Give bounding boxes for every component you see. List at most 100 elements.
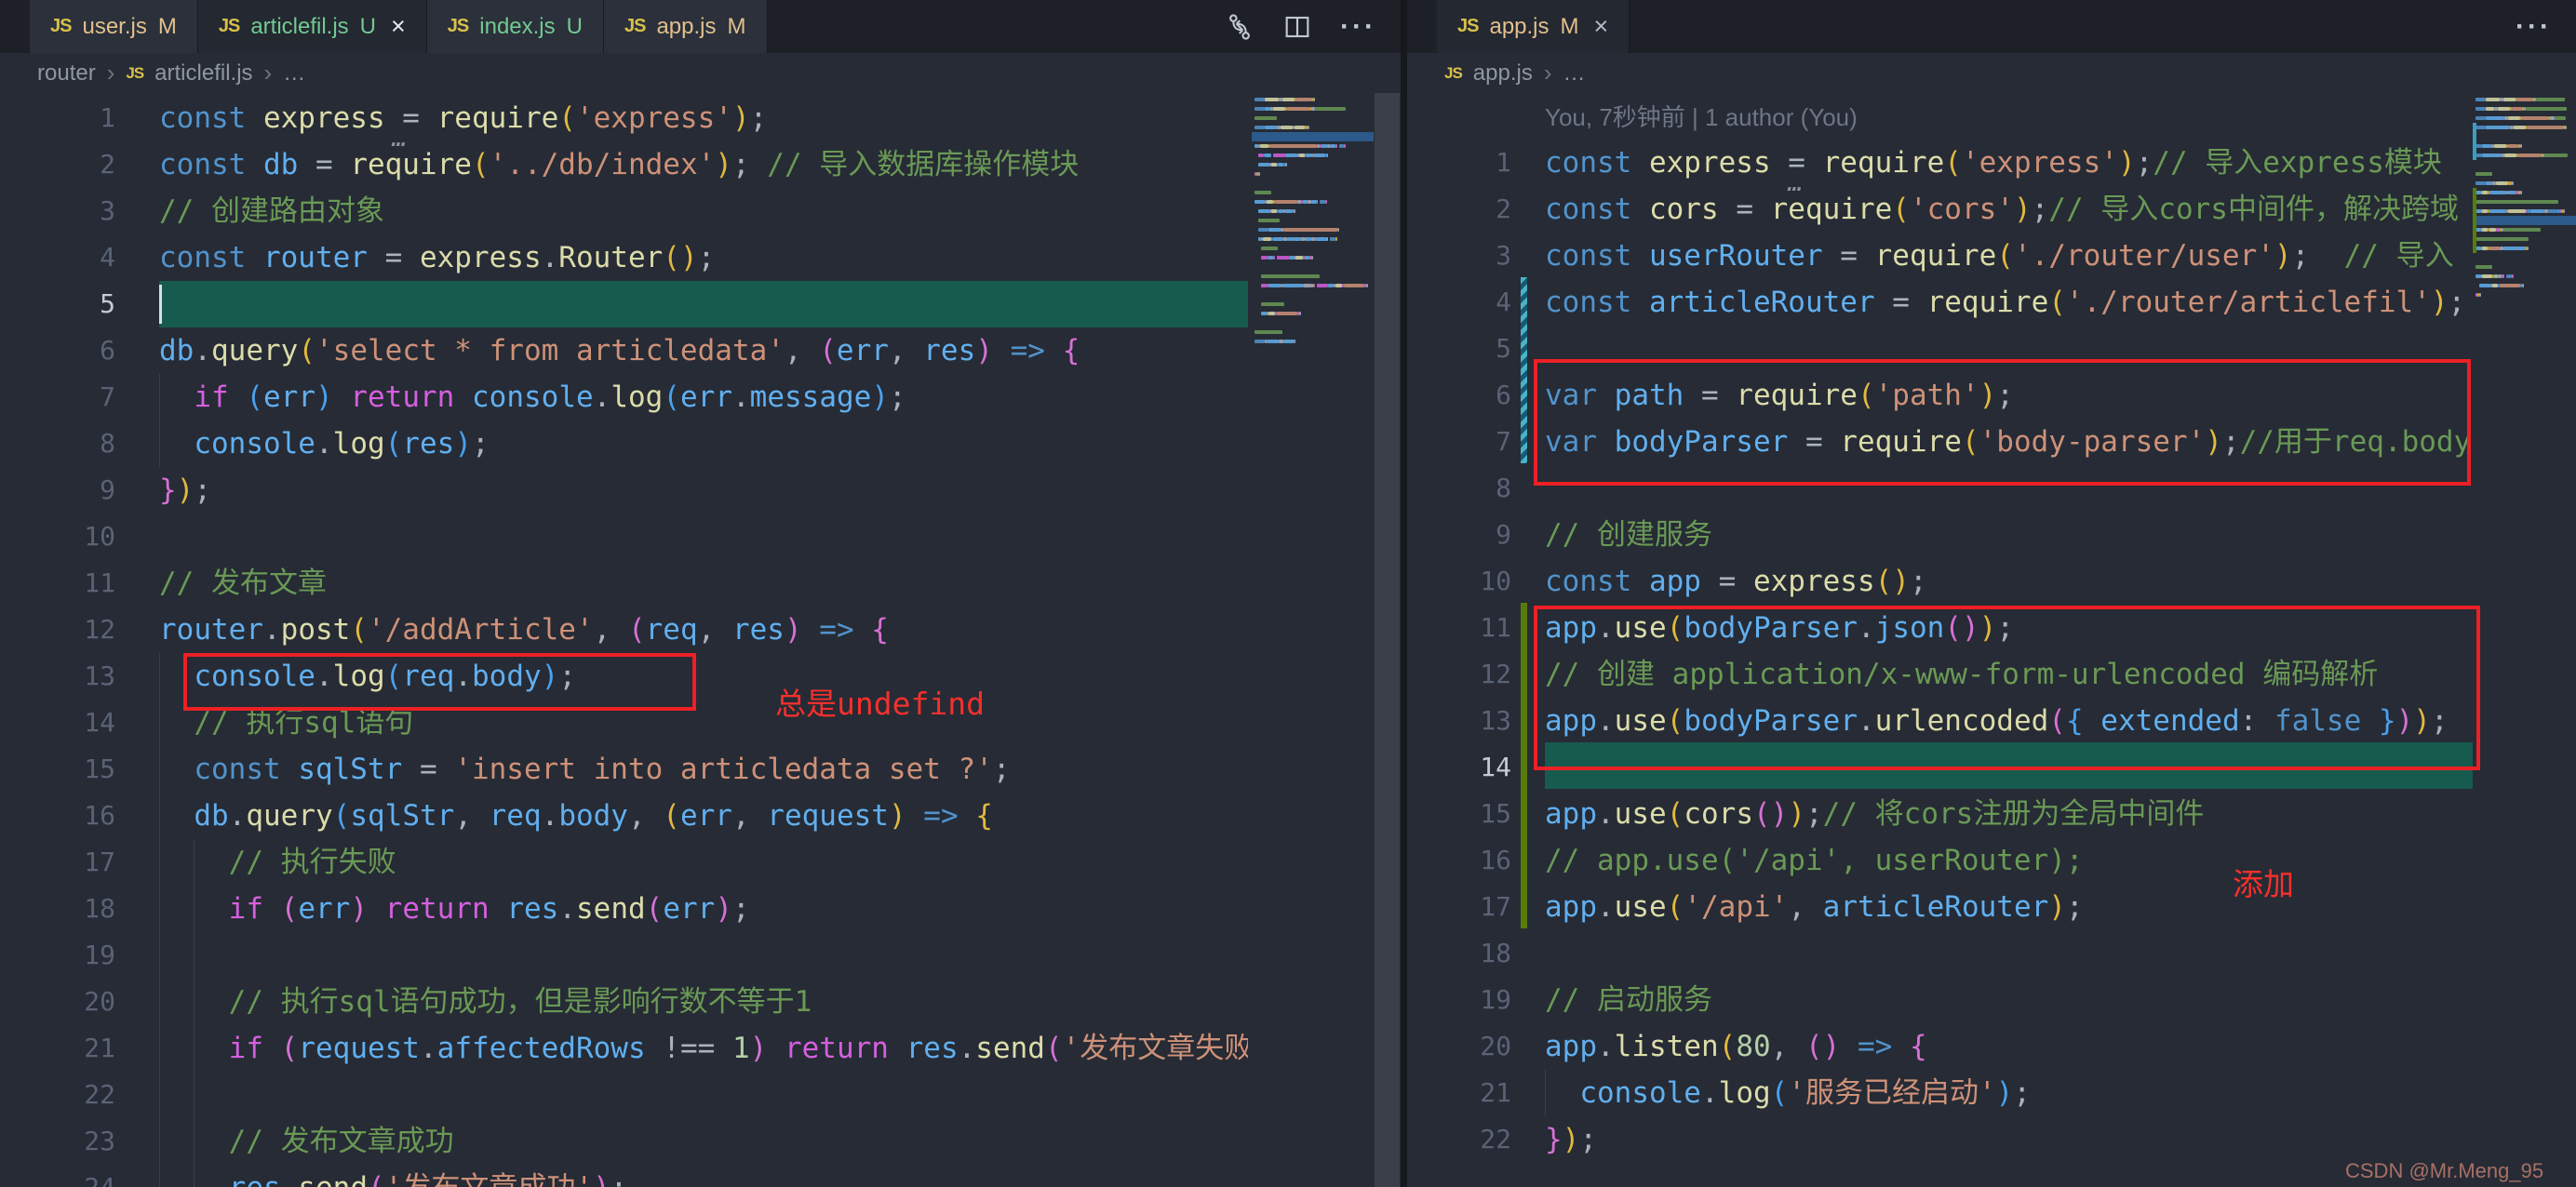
indent-guide [194,1118,195,1165]
indent-guide [159,653,160,700]
line-number: 11 [1480,612,1511,643]
line-number: 6 [1496,380,1511,410]
tab-bar-right: JS app.js M × ··· [1407,0,2576,53]
minimap-line [1252,244,1374,253]
close-icon[interactable]: × [1594,12,1609,41]
minimap-line [2473,197,2576,207]
gitlens-blame-annotation: You, 7秒钟前 | 1 author (You) [1545,103,1858,131]
breadcrumb-file[interactable]: app.js [1473,60,1533,87]
breadcrumb[interactable]: JS app.js › … [1407,53,2576,93]
line-number: 22 [84,1079,115,1110]
line-number: 2 [1496,193,1511,224]
js-file-icon: JS [447,16,469,36]
line-number: 19 [1480,984,1511,1015]
minimap-line [1252,169,1374,179]
indent-guide [194,886,195,932]
code-line: 9// 创建服务 [1407,512,2473,558]
minimap-line [2473,188,2576,197]
breadcrumb-more[interactable]: … [1563,60,1586,87]
code-line: 22}); [1407,1116,2473,1163]
minimap-line [1252,300,1374,309]
js-file-icon: JS [126,63,144,82]
tabbar-spacer [0,0,30,53]
tab-app-js-left[interactable]: JS app.js M [603,0,768,53]
editor-group-divider[interactable] [1401,0,1407,1187]
breadcrumb-file[interactable]: articlefil.js [154,60,252,87]
indent-guide [194,1072,195,1118]
minimap-line [1252,113,1374,123]
minimap-line [1252,337,1374,346]
git-status-badge: M [1560,13,1579,39]
more-actions-icon[interactable]: ··· [2516,11,2552,43]
line-number: 15 [1480,798,1511,829]
line-number: 20 [1480,1031,1511,1061]
breadcrumb-more[interactable]: … [283,60,305,87]
line-number: 17 [84,847,115,877]
minimap[interactable] [2473,95,2576,300]
split-editor-icon[interactable] [1282,12,1312,42]
git-status-badge: M [727,13,746,39]
indent-guide [194,1165,195,1187]
line-number: 15 [84,754,115,784]
line-number: 12 [84,614,115,645]
minimap-line [2473,290,2576,300]
code-area[interactable]: 1 const express = require('express');… 2 co… [0,93,1248,1187]
code-line: 10 const app = express(); [1407,558,2473,605]
code-line: 20 // 执行sql语句成功，但是影响行数不等于1 [0,979,1248,1025]
code-line: 8 console.log(res); [0,420,1248,467]
compare-changes-icon[interactable] [1225,12,1254,42]
code-line: 17 app.use('/api', articleRouter); [1407,884,2473,930]
editor-right[interactable]: You, 7秒钟前 | 1 author (You) 1 const expres… [1407,93,2576,1187]
tab-app-js-right[interactable]: JS app.js M × [1437,0,1630,53]
tab-index-js[interactable]: JS index.js U [426,0,604,53]
close-icon[interactable]: × [391,12,406,41]
minimap-line [2473,141,2576,151]
minimap-line [1252,225,1374,234]
minimap-line [1252,207,1374,216]
code-line: 9}); [0,467,1248,513]
indent-guide [194,839,195,886]
code-area[interactable]: 1 const express = require('express');// 导… [1407,138,2473,1187]
minimap-line [2473,95,2576,104]
minimap-line [2473,123,2576,132]
code-line: 3// 创建路由对象 [0,188,1248,234]
indent-guide [159,979,160,1025]
minimap-line [1252,160,1374,169]
minimap-line [1252,309,1374,318]
tab-articlefil-js[interactable]: JS articlefil.js U × [197,0,427,53]
breadcrumb-folder[interactable]: router [37,60,96,87]
minimap-line [1252,216,1374,225]
line-number: 14 [1480,752,1511,782]
code-line: 10 [0,513,1248,560]
indent-guide [159,1072,160,1118]
js-file-icon: JS [624,16,646,36]
code-line: 5 [1407,326,2473,372]
line-number: 5 [100,288,115,319]
editor-left[interactable]: 1 const express = require('express');… 2 co… [0,93,1401,1187]
line-number: 17 [1480,891,1511,922]
line-number: 7 [1496,426,1511,457]
indent-guide [159,886,160,932]
more-actions-icon[interactable]: ··· [1340,11,1376,43]
line-number: 2 [100,149,115,180]
code-line: 14 // 执行sql语句 [0,700,1248,746]
vertical-scrollbar[interactable] [1375,93,1400,1187]
line-number: 18 [1480,938,1511,968]
code-line: 21 console.log('服务已经启动'); [1407,1070,2473,1116]
line-number: 18 [84,893,115,924]
code-line: 18 if (err) return res.send(err); [0,886,1248,932]
minimap[interactable] [1252,95,1374,346]
code-line: 15 const sqlStr = 'insert into articleda… [0,746,1248,793]
line-number: 10 [1480,566,1511,596]
tab-user-js[interactable]: JS user.js M [30,0,198,53]
indent-guide [1545,1070,1546,1116]
line-number: 16 [1480,845,1511,875]
line-number: 7 [100,381,115,412]
code-line: 13 app.use(bodyParser.urlencoded({ extend… [1407,698,2473,744]
code-line: 11 app.use(bodyParser.json()); [1407,605,2473,651]
tab-label: articlefil.js [250,13,349,39]
indent-guide [159,420,160,467]
breadcrumb[interactable]: router › JS articlefil.js › … [0,53,1401,93]
code-line: 18 [1407,930,2473,977]
code-line: 19// 启动服务 [1407,977,2473,1023]
